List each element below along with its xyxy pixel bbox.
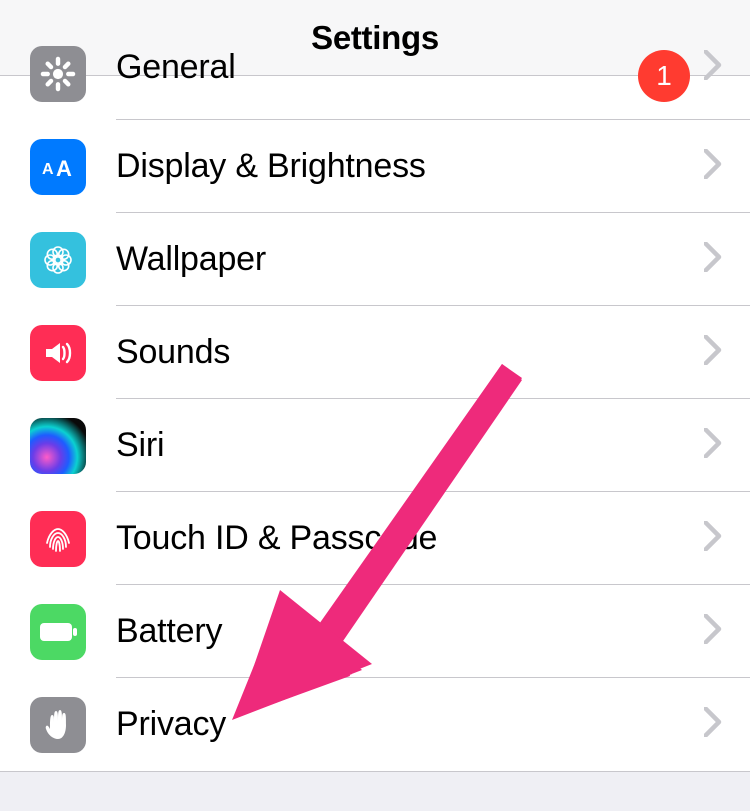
- chevron-right-icon: [704, 521, 722, 556]
- row-label: Wallpaper: [116, 240, 704, 279]
- wallpaper-icon: [30, 232, 86, 288]
- svg-text:A: A: [56, 156, 72, 181]
- row-label: Siri: [116, 426, 704, 465]
- row-label: Privacy: [116, 705, 704, 744]
- settings-row-siri[interactable]: Siri: [0, 399, 750, 492]
- settings-row-sounds[interactable]: Sounds: [0, 306, 750, 399]
- svg-text:A: A: [42, 161, 54, 178]
- sounds-icon: [30, 325, 86, 381]
- chevron-right-icon: [704, 242, 722, 277]
- settings-row-general[interactable]: General 1: [0, 76, 750, 120]
- chevron-right-icon: [704, 335, 722, 370]
- chevron-right-icon: [704, 149, 722, 184]
- row-label: Display & Brightness: [116, 147, 704, 186]
- chevron-right-icon: [704, 614, 722, 649]
- chevron-right-icon: [704, 50, 722, 85]
- chevron-right-icon: [704, 428, 722, 463]
- row-label: Sounds: [116, 333, 704, 372]
- row-label: Touch ID & Passcode: [116, 519, 704, 558]
- settings-row-display[interactable]: A A Display & Brightness: [0, 120, 750, 213]
- battery-icon: [30, 604, 86, 660]
- gear-icon: [30, 46, 86, 102]
- settings-row-battery[interactable]: Battery: [0, 585, 750, 678]
- row-label: General: [116, 48, 638, 87]
- settings-row-touchid[interactable]: Touch ID & Passcode: [0, 492, 750, 585]
- settings-row-wallpaper[interactable]: Wallpaper: [0, 213, 750, 306]
- siri-icon: [30, 418, 86, 474]
- hand-icon: [30, 697, 86, 753]
- display-icon: A A: [30, 139, 86, 195]
- settings-list: General 1 A A Display & Brightness: [0, 76, 750, 772]
- row-label: Battery: [116, 612, 704, 651]
- chevron-right-icon: [704, 707, 722, 742]
- settings-row-privacy[interactable]: Privacy: [0, 678, 750, 771]
- notification-badge: 1: [638, 50, 690, 102]
- fingerprint-icon: [30, 511, 86, 567]
